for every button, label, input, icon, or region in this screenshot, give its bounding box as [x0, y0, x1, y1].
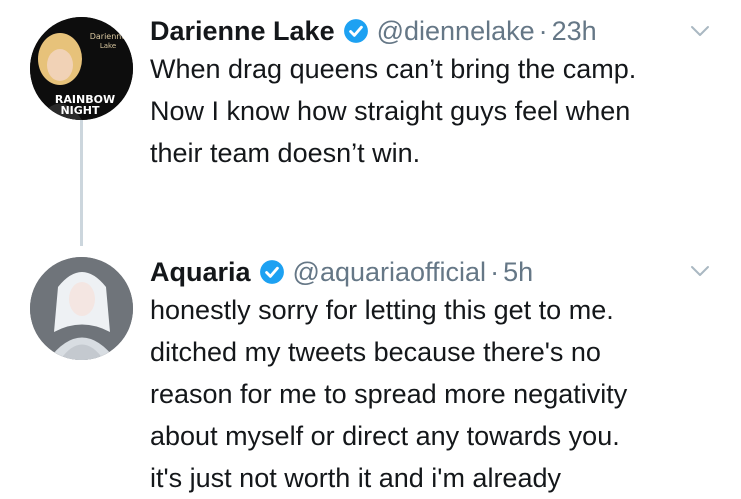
avatar-caption-1: Darienne	[90, 32, 127, 41]
tweet-text-line: When drag queens can’t bring the camp.	[150, 54, 637, 84]
verified-badge-icon	[259, 260, 284, 284]
tweet-text-line: it's just not worth it and i'm already	[150, 463, 561, 493]
tweet-text-line: reason for me to spread more negativity	[150, 379, 628, 409]
display-name[interactable]: Aquaria	[150, 254, 251, 290]
avatar[interactable]: Darienne Lake RAINBOW NIGHT	[30, 17, 133, 120]
tweet-text: When drag queens can’t bring the camp. N…	[150, 48, 720, 174]
separator-dot: ·	[490, 257, 500, 287]
avatar-caption-4: NIGHT	[60, 104, 100, 117]
separator-dot: ·	[538, 16, 548, 46]
avatar[interactable]	[30, 257, 133, 360]
avatar-caption-2: Lake	[100, 42, 116, 50]
avatar-image	[30, 257, 133, 360]
chevron-down-icon[interactable]	[689, 20, 711, 42]
tweet-text: honestly sorry for letting this get to m…	[150, 289, 720, 499]
tweet-header: Darienne Lake @diennelake · 23h	[150, 13, 597, 49]
tweet-text-line: honestly sorry for letting this get to m…	[150, 295, 614, 325]
thread-connector-line	[80, 118, 83, 246]
tweet-text-line: their team doesn’t win.	[150, 138, 421, 168]
tweet-header: Aquaria @aquariaofficial · 5h	[150, 254, 533, 290]
timestamp[interactable]: 5h	[503, 254, 533, 290]
avatar-image: Darienne Lake RAINBOW NIGHT	[30, 17, 133, 120]
tweet-text-line: about myself or direct any towards you.	[150, 421, 620, 451]
verified-badge-icon	[343, 19, 368, 43]
user-handle[interactable]: @diennelake	[377, 13, 535, 49]
tweet-text-line: ditched my tweets because there's no	[150, 337, 601, 367]
chevron-down-icon[interactable]	[689, 260, 711, 282]
tweet-text-line: Now I know how straight guys feel when	[150, 96, 631, 126]
user-handle[interactable]: @aquariaofficial	[293, 254, 487, 290]
timestamp[interactable]: 23h	[552, 13, 597, 49]
display-name[interactable]: Darienne Lake	[150, 13, 335, 49]
